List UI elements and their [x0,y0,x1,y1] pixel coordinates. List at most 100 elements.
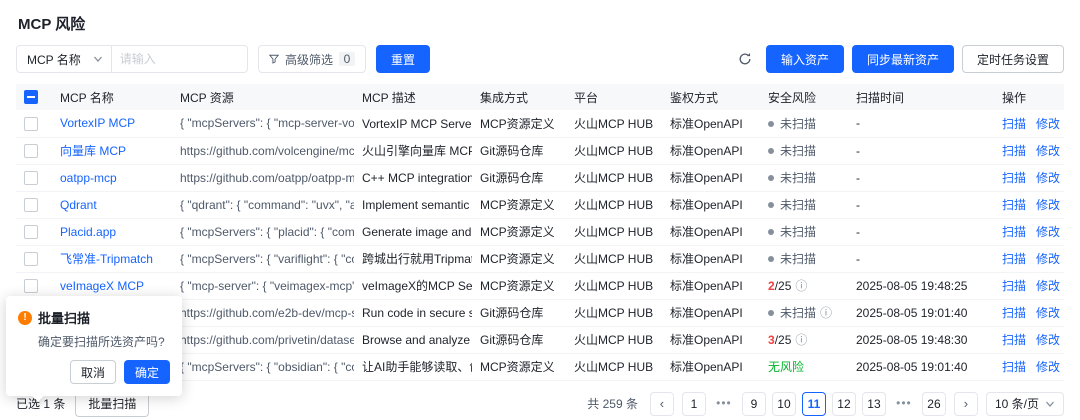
platform-cell: 火山MCP HUB [566,164,662,191]
scan-action[interactable]: 扫描 [1002,171,1026,185]
info-icon[interactable]: ⓘ [795,333,807,347]
pagination-page[interactable]: 9 [742,392,766,416]
scan-action[interactable]: 扫描 [1002,333,1026,347]
edit-action[interactable]: 修改 [1036,171,1060,185]
auth-cell: 标准OpenAPI [662,137,760,164]
import-assets-button[interactable]: 输入资产 [766,45,844,73]
mcp-description-cell: Implement semantic m... [354,191,472,218]
row-checkbox[interactable] [24,279,38,293]
scan-action[interactable]: 扫描 [1002,198,1026,212]
edit-action[interactable]: 修改 [1036,252,1060,266]
edit-action[interactable]: 修改 [1036,360,1060,374]
risk-cell: 未扫描 [760,110,848,137]
col-mcp-description: MCP 描述 [354,84,472,110]
mcp-name-cell: Qdrant [52,191,172,218]
actions-cell: 扫描修改 [994,353,1064,380]
mcp-description-cell: 火山引擎向量库 MCP 提... [354,137,472,164]
integration-cell: Git源码仓库 [472,137,566,164]
auth-cell: 标准OpenAPI [662,191,760,218]
auth-cell: 标准OpenAPI [662,299,760,326]
scan-action[interactable]: 扫描 [1002,360,1026,374]
edit-action[interactable]: 修改 [1036,198,1060,212]
mcp-resource-cell: { "qdrant": { "command": "uvx", "args": … [172,191,354,218]
actions-cell: 扫描修改 [994,326,1064,353]
platform-cell: 火山MCP HUB [566,245,662,272]
actions-cell: 扫描修改 [994,299,1064,326]
pagination-page[interactable]: 13 [862,392,886,416]
mcp-description-cell: 跨城出行就用Tripmatch... [354,245,472,272]
scan-action[interactable]: 扫描 [1002,144,1026,158]
popconfirm-title: 批量扫描 [38,308,90,327]
auth-cell: 标准OpenAPI [662,218,760,245]
scan-time-cell: 2025-08-05 19:48:25 [848,272,994,299]
select-all-checkbox[interactable] [24,90,38,104]
mcp-resource-cell: https://github.com/privetin/dataset-view… [172,326,354,353]
scan-action[interactable]: 扫描 [1002,252,1026,266]
search-field-select[interactable]: MCP 名称 [17,46,112,72]
refresh-button[interactable] [732,46,758,72]
row-checkbox[interactable] [24,252,38,266]
status-dot-icon [768,121,774,127]
next-page-button[interactable]: › [954,392,978,416]
row-checkbox-cell [16,191,52,218]
info-icon[interactable]: ⓘ [795,279,807,293]
row-checkbox[interactable] [24,144,38,158]
scan-action[interactable]: 扫描 [1002,279,1026,293]
advanced-filter-button[interactable]: 高级筛选 0 [258,45,366,73]
mcp-resource-cell: { "mcpServers": { "variflight": { "comma… [172,245,354,272]
prev-page-button[interactable]: ‹ [650,392,674,416]
page-size-select[interactable]: 10 条/页 [986,392,1064,416]
mcp-name-cell: VortexIP MCP [52,110,172,137]
mcp-name-link[interactable]: veImageX MCP [60,279,144,293]
actions-cell: 扫描修改 [994,137,1064,164]
row-checkbox[interactable] [24,171,38,185]
edit-action[interactable]: 修改 [1036,117,1060,131]
mcp-name-link[interactable]: Placid.app [60,225,116,239]
col-actions: 操作 [994,84,1064,110]
confirm-button[interactable]: 确定 [124,360,170,384]
page-title: MCP 风险 [0,0,1080,44]
pagination-page[interactable]: 12 [832,392,856,416]
auth-cell: 标准OpenAPI [662,326,760,353]
batch-scan-popconfirm: ! 批量扫描 确定要扫描所选资产吗? 取消 确定 [6,296,182,396]
reset-button[interactable]: 重置 [376,45,430,73]
pagination-page[interactable]: 10 [772,392,796,416]
indeterminate-mark [27,96,35,98]
scan-action[interactable]: 扫描 [1002,306,1026,320]
mcp-name-link[interactable]: 向量库 MCP [60,144,126,158]
scan-action[interactable]: 扫描 [1002,225,1026,239]
scan-time-cell: 2025-08-05 19:01:40 [848,353,994,380]
row-checkbox[interactable] [24,225,38,239]
search-input[interactable] [112,52,247,66]
mcp-name-link[interactable]: oatpp-mcp [60,171,117,185]
actions-cell: 扫描修改 [994,218,1064,245]
info-icon[interactable]: ⓘ [820,306,832,320]
edit-action[interactable]: 修改 [1036,306,1060,320]
mcp-name-link[interactable]: Qdrant [60,198,97,212]
mcp-name-cell: Placid.app [52,218,172,245]
platform-cell: 火山MCP HUB [566,218,662,245]
mcp-name-link[interactable]: 飞常准-Tripmatch [60,252,153,266]
row-checkbox-cell [16,245,52,272]
pagination-page[interactable]: 1 [682,392,706,416]
scan-action[interactable]: 扫描 [1002,117,1026,131]
sync-assets-button[interactable]: 同步最新资产 [852,45,954,73]
funnel-icon [269,54,279,64]
scheduled-task-button[interactable]: 定时任务设置 [962,45,1064,73]
table-header-row: MCP 名称 MCP 资源 MCP 描述 集成方式 平台 鉴权方式 安全风险 扫… [16,84,1064,110]
integration-cell: MCP资源定义 [472,191,566,218]
edit-action[interactable]: 修改 [1036,225,1060,239]
actions-cell: 扫描修改 [994,272,1064,299]
edit-action[interactable]: 修改 [1036,144,1060,158]
edit-action[interactable]: 修改 [1036,279,1060,293]
mcp-name-link[interactable]: VortexIP MCP [60,116,135,130]
pagination-page[interactable]: 11 [802,392,826,416]
mcp-resource-cell: { "mcp-server": { "veimagex-mcp": { "com… [172,272,354,299]
row-checkbox[interactable] [24,117,38,131]
edit-action[interactable]: 修改 [1036,333,1060,347]
pagination-page[interactable]: 26 [922,392,946,416]
mcp-resource-cell: { "mcpServers": { "mcp-server-vortexip":… [172,110,354,137]
cancel-button[interactable]: 取消 [70,360,116,384]
row-checkbox[interactable] [24,198,38,212]
status-dot-icon [768,229,774,235]
